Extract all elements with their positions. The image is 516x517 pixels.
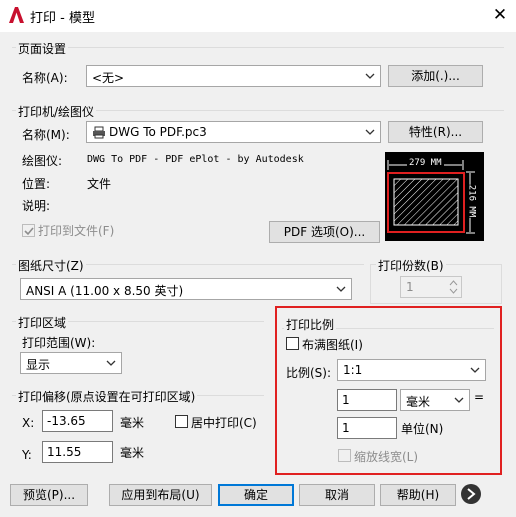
fit-to-paper-label: 布满图纸(I) — [302, 338, 363, 352]
page-setup-group — [12, 47, 504, 48]
scale-value2: 1 — [342, 421, 350, 435]
spinner-arrows-icon — [449, 280, 458, 294]
center-plot-checkbox[interactable] — [175, 415, 188, 428]
chevron-right-icon — [467, 488, 476, 500]
offset-y-input[interactable]: 11.55 — [42, 441, 113, 463]
copies-value: 1 — [406, 280, 414, 294]
close-button[interactable]: ✕ — [488, 2, 512, 28]
add-page-setup-button[interactable]: 添加(.)... — [388, 65, 483, 87]
title-bar: 打印 - 模型 ✕ — [0, 0, 516, 32]
page-setup-legend: 页面设置 — [16, 40, 69, 57]
chevron-down-icon — [336, 286, 346, 292]
center-plot-label: 居中打印(C) — [191, 416, 257, 430]
paper-size-legend: 图纸尺寸(Z) — [16, 257, 86, 274]
plotter-label: 绘图仪: — [22, 154, 63, 168]
description-label: 说明: — [22, 199, 51, 213]
print-to-file-checkbox[interactable] — [22, 224, 35, 237]
paper-size-value: ANSI A (11.00 x 8.50 英寸) — [26, 284, 184, 298]
plot-range-select[interactable]: 显示 — [20, 352, 122, 374]
printer-legend: 打印机/绘图仪 — [16, 103, 97, 120]
window-title: 打印 - 模型 — [30, 11, 95, 26]
fit-to-paper-checkbox[interactable] — [286, 337, 299, 350]
chevron-down-icon — [454, 397, 464, 403]
plot-scale-legend: 打印比例 — [284, 316, 337, 333]
plot-offset-legend: 打印偏移(原点设置在可打印区域) — [16, 388, 198, 405]
scale-lineweights-label: 缩放线宽(L) — [354, 450, 419, 464]
plot-range-value: 显示 — [26, 358, 51, 372]
print-to-file-label: 打印到文件(F) — [38, 224, 115, 238]
scale-value1-input[interactable]: 1 — [337, 389, 397, 411]
scale-unit-select[interactable]: 毫米 — [400, 389, 470, 411]
scale-unit-value: 毫米 — [406, 395, 431, 409]
printer-icon — [93, 126, 105, 139]
checkmark-icon — [24, 227, 34, 236]
offset-x-label: X: — [22, 416, 35, 430]
apply-to-layout-button[interactable]: 应用到布局(U) — [109, 484, 212, 506]
scale-equals: = — [474, 390, 485, 404]
printer-name-value: DWG To PDF.pc3 — [109, 125, 207, 139]
ok-button[interactable]: 确定 — [218, 484, 294, 506]
scale-value2-input[interactable]: 1 — [337, 417, 397, 439]
location-label: 位置: — [22, 177, 51, 191]
chevron-down-icon — [365, 73, 375, 79]
scale-value: 1:1 — [343, 363, 363, 377]
scale-select[interactable]: 1:1 — [337, 359, 486, 381]
paper-preview: 279 MM 216 MM — [385, 152, 484, 241]
chevron-down-icon — [470, 367, 480, 373]
offset-y-unit: 毫米 — [120, 446, 145, 460]
chevron-down-icon — [365, 129, 375, 135]
preview-height-label: 216 MM — [466, 184, 477, 218]
paper-size-select[interactable]: ANSI A (11.00 x 8.50 英寸) — [20, 278, 352, 300]
plot-area-legend: 打印区域 — [16, 314, 69, 331]
offset-x-input[interactable]: -13.65 — [42, 410, 113, 432]
page-setup-name-label: 名称(A): — [22, 71, 68, 85]
page-setup-name-select[interactable]: <无> — [86, 65, 381, 87]
scale-value1: 1 — [342, 393, 350, 407]
help-button[interactable]: 帮助(H) — [380, 484, 456, 506]
location-value: 文件 — [87, 177, 112, 191]
autocad-logo-icon — [9, 7, 24, 23]
printer-name-select[interactable]: DWG To PDF.pc3 — [86, 121, 381, 143]
offset-x-unit: 毫米 — [120, 416, 145, 430]
scale-label: 比例(S): — [286, 366, 332, 380]
cancel-button[interactable]: 取消 — [299, 484, 375, 506]
page-setup-name-value: <无> — [92, 71, 125, 85]
copies-spinner[interactable]: 1 — [400, 276, 462, 298]
preview-width-label: 279 MM — [407, 158, 444, 168]
chevron-down-icon — [106, 360, 116, 366]
more-options-button[interactable] — [461, 484, 481, 504]
preview-button[interactable]: 预览(P)... — [10, 484, 88, 506]
plot-range-label: 打印范围(W): — [22, 336, 96, 350]
scale-lineweights-checkbox[interactable] — [338, 449, 351, 462]
pdf-options-button[interactable]: PDF 选项(O)... — [269, 221, 380, 243]
offset-y-value: 11.55 — [47, 445, 82, 459]
plotter-value: DWG To PDF - PDF ePlot - by Autodesk — [87, 154, 304, 165]
printer-name-label: 名称(M): — [22, 128, 70, 142]
copies-legend: 打印份数(B) — [376, 257, 446, 274]
offset-x-value: -13.65 — [47, 414, 86, 428]
printer-properties-button[interactable]: 特性(R)... — [388, 121, 483, 143]
scale-unit-label: 单位(N) — [401, 422, 444, 436]
offset-y-label: Y: — [22, 448, 32, 462]
